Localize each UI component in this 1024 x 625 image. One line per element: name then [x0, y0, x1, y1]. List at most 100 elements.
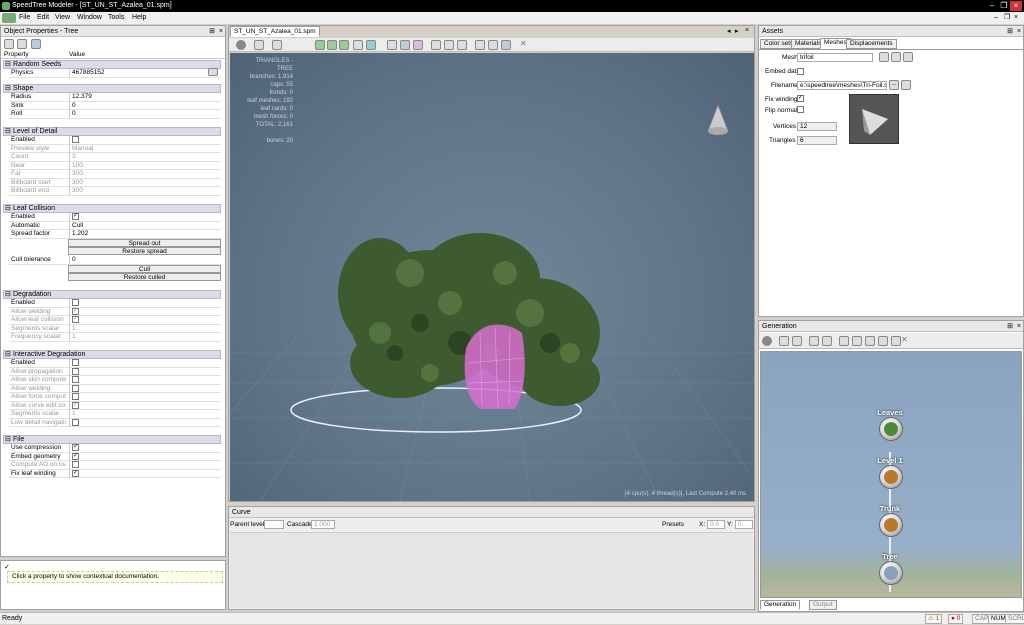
panel-close-icon[interactable]: ×	[1017, 321, 1021, 332]
menu-help[interactable]: Help	[132, 12, 146, 24]
prop-roll[interactable]: Roll 0	[9, 110, 221, 119]
cascade-input[interactable]: 1.000	[311, 520, 335, 529]
y-input[interactable]: 0.	[735, 520, 753, 529]
presets-dropdown[interactable]: Presets	[662, 521, 684, 528]
cull-button[interactable]: Cull	[68, 265, 221, 273]
reload-icon[interactable]	[901, 80, 911, 90]
viewport-3d[interactable]: TRIANGLES - TREE branches: 1,914 caps: 5…	[230, 53, 754, 501]
spread-out-button[interactable]: Spread out	[68, 239, 221, 247]
prop-allow-force[interactable]: Allow force compute	[9, 393, 221, 402]
checkbox-checked[interactable]: ✓	[72, 307, 79, 315]
x-input[interactable]: 0.0	[707, 520, 725, 529]
pin-icon[interactable]: ⊞	[1007, 26, 1013, 37]
pin-icon[interactable]: ⊞	[209, 26, 215, 37]
menu-edit[interactable]: Edit	[37, 12, 49, 24]
tab-displacements[interactable]: Displacements	[846, 39, 897, 49]
pink-tool-icon[interactable]	[413, 40, 423, 50]
prop-count[interactable]: Count 3	[9, 153, 221, 162]
tab-scroll-left-icon[interactable]: ◂	[727, 27, 731, 35]
dice-icon[interactable]	[208, 68, 218, 76]
prop-allow-welding[interactable]: Allow welding ✓	[9, 307, 221, 316]
connect-icon[interactable]	[779, 336, 789, 346]
tab-generation[interactable]: Generation	[760, 600, 801, 610]
prop-billboard-end[interactable]: Billboard end 300	[9, 187, 221, 196]
prop-spread-factor[interactable]: Spread factor 1.202	[9, 230, 221, 239]
tab-close-icon[interactable]: ×	[745, 27, 749, 34]
checkbox[interactable]	[72, 461, 79, 468]
unlock-icon[interactable]	[891, 336, 901, 346]
flag-icon[interactable]	[431, 40, 441, 50]
prop-near[interactable]: Near 100	[9, 161, 221, 170]
scale-icon[interactable]	[488, 40, 498, 50]
prop-interactive-segments[interactable]: Segments scalar 1	[9, 410, 221, 419]
prop-cull-tolerance[interactable]: Cull tolerance 0	[9, 256, 221, 265]
refresh-icon[interactable]	[809, 336, 819, 346]
rotate-icon[interactable]	[501, 40, 511, 50]
prop-sink[interactable]: Sink 0	[9, 101, 221, 110]
prop-fix-leaf-winding[interactable]: Fix leaf winding ✓	[9, 469, 221, 478]
mesh-select[interactable]: trifoil	[797, 53, 873, 62]
prop-billboard-start[interactable]: Billboard start 300	[9, 178, 221, 187]
lock-all-icon[interactable]	[878, 336, 888, 346]
tab-document[interactable]: ST_UN_ST_Azalea_01.spm	[230, 26, 320, 37]
menu-view[interactable]: View	[55, 12, 70, 24]
prop-use-compression[interactable]: Use compression ✓	[9, 444, 221, 453]
trunk-node-icon[interactable]	[879, 513, 903, 537]
prop-radius[interactable]: Radius 12.379	[9, 93, 221, 102]
add-mesh-icon[interactable]	[879, 52, 889, 62]
check-icon[interactable]	[852, 336, 862, 346]
branches-toggle-icon[interactable]	[339, 40, 349, 50]
group-lod[interactable]: ⊟ Level of Detail	[3, 127, 221, 136]
group-shape[interactable]: ⊟ Shape	[3, 84, 221, 93]
camera-icon[interactable]	[272, 40, 282, 50]
prop-allow-leaf-collision[interactable]: Allow leaf collision ✓	[9, 316, 221, 325]
minimize-icon[interactable]: –	[986, 1, 998, 11]
add-node-icon[interactable]	[387, 40, 397, 50]
prop-embed-geometry[interactable]: Embed geometry ✓	[9, 452, 221, 461]
hand-tool-icon[interactable]	[400, 40, 410, 50]
restore-culled-button[interactable]: Restore culled	[68, 273, 221, 281]
group-interactive-degradation[interactable]: ⊟ Interactive Degradation	[3, 350, 221, 359]
generation-graph[interactable]: Leaves Level 1 Trunk Tree	[760, 351, 1022, 598]
sort-alpha-icon[interactable]	[17, 39, 27, 49]
tab-scroll-right-icon[interactable]: ▸	[735, 27, 739, 35]
checkbox-checked[interactable]: ✓	[72, 469, 79, 477]
zoom-icon[interactable]	[792, 336, 802, 346]
warning-count[interactable]: ⚠ 1	[925, 614, 943, 624]
prop-collision-enabled[interactable]: Enabled ✓	[9, 213, 221, 222]
pin-icon[interactable]: ⊞	[1007, 321, 1013, 332]
embed-data-checkbox[interactable]	[797, 68, 804, 75]
panel-close-icon[interactable]: ×	[1017, 26, 1021, 37]
lock-icon[interactable]	[865, 336, 875, 346]
branch-tool-icon[interactable]	[444, 40, 454, 50]
checkbox[interactable]	[72, 299, 79, 306]
clear-icon[interactable]: ✕	[520, 39, 527, 48]
prop-allow-welding-interactive[interactable]: Allow welding	[9, 384, 221, 393]
menu-file[interactable]: File	[19, 12, 30, 24]
delete-mesh-icon[interactable]	[903, 52, 913, 62]
checkbox[interactable]	[72, 393, 79, 400]
checkbox[interactable]	[72, 136, 79, 143]
grow-icon[interactable]	[457, 40, 467, 50]
bones-toggle-icon[interactable]	[353, 40, 363, 50]
group-leaf-collision[interactable]: ⊟ Leaf Collision	[3, 204, 221, 213]
panel-close-icon[interactable]: ×	[219, 26, 223, 37]
prop-allow-propagation[interactable]: Allow propagation	[9, 367, 221, 376]
prop-automatic[interactable]: Automatic Cull	[9, 221, 221, 230]
checkbox[interactable]	[72, 418, 79, 426]
tree-node-icon[interactable]	[879, 561, 903, 585]
prop-low-detail[interactable]: Low detail navigation	[9, 418, 221, 427]
prop-physics-seed[interactable]: Physics 467885152	[9, 69, 221, 78]
browse-button[interactable]: ...	[889, 80, 899, 90]
level1-node-icon[interactable]	[879, 465, 903, 489]
error-count[interactable]: ● 0	[948, 614, 964, 624]
mdi-close-icon[interactable]: ×	[1014, 12, 1018, 24]
property-pages-icon[interactable]	[31, 39, 41, 49]
prop-segments-scalar[interactable]: Segments scalar 1	[9, 324, 221, 333]
prop-interactive-enabled[interactable]: Enabled	[9, 359, 221, 368]
curve-editor[interactable]	[230, 532, 753, 608]
flip-normals-checkbox[interactable]	[797, 106, 804, 113]
fix-winding-checkbox[interactable]: ✓	[797, 95, 804, 102]
move-icon[interactable]	[475, 40, 485, 50]
prop-preview-style[interactable]: Preview style Manual	[9, 144, 221, 153]
